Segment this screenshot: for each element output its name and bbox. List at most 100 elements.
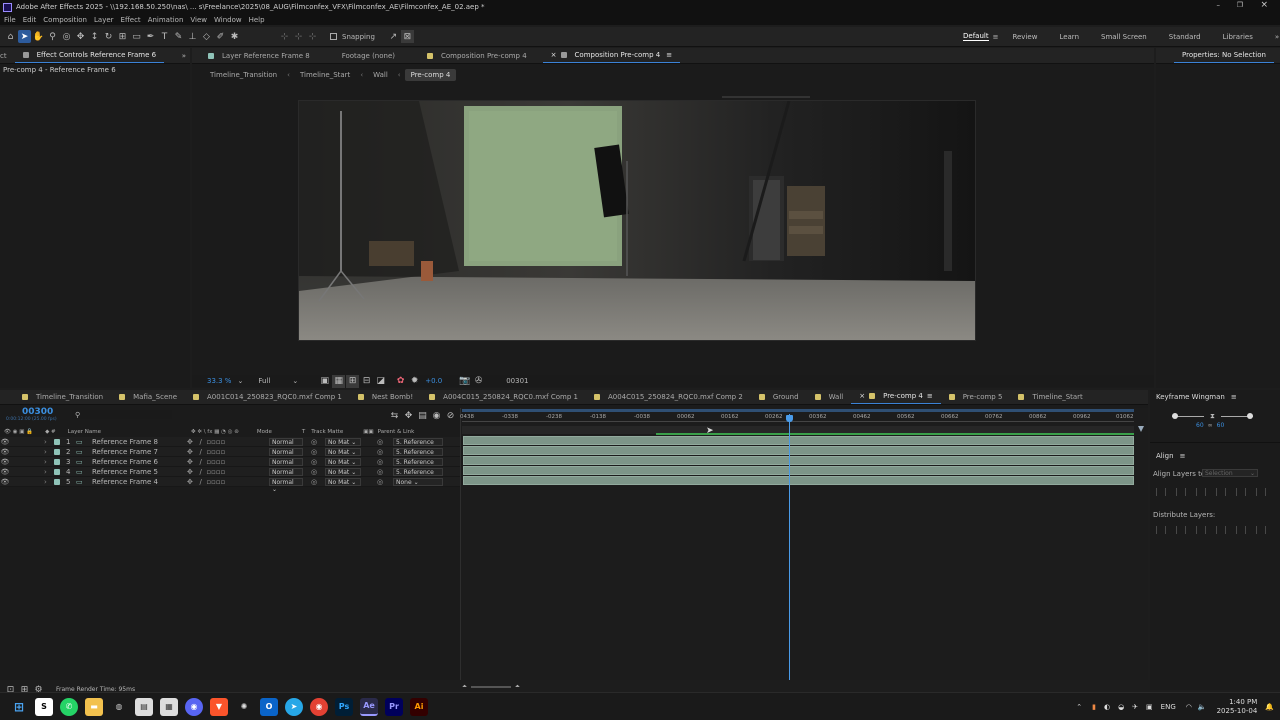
tab-nest-bomb[interactable]: Nest Bomb!	[350, 390, 421, 404]
puppet-tool-icon[interactable]: ✱	[228, 30, 241, 43]
snap-grid-icon[interactable]: ⊠	[400, 30, 414, 43]
workspace-standard[interactable]: Standard	[1169, 33, 1201, 41]
align-bottom-icon[interactable]	[1256, 488, 1266, 496]
color-management-icon[interactable]: ✿	[394, 375, 407, 388]
panel-more-icon[interactable]: »	[182, 52, 186, 60]
home-icon[interactable]: ⌂	[4, 30, 17, 43]
graph-editor-icon[interactable]: ⊘	[444, 409, 457, 422]
maximize-icon[interactable]: ❐	[1237, 1, 1243, 9]
exposure-value[interactable]: +0.0	[425, 377, 442, 385]
tray-icon-2[interactable]: ◐	[1104, 703, 1110, 711]
current-timecode[interactable]: 00300	[22, 407, 53, 417]
menu-help[interactable]: Help	[249, 16, 265, 24]
tab-a001c014[interactable]: A001C014_250823_RQC0.mxf Comp 1	[185, 390, 350, 404]
workspace-default[interactable]: Default	[963, 32, 989, 41]
track-matte-dropdown[interactable]: No Mat ⌄	[325, 457, 361, 466]
layer-bar-1[interactable]	[463, 436, 1134, 445]
twirl-chevron-icon[interactable]: ›	[44, 448, 54, 456]
label-color-icon[interactable]	[54, 468, 60, 475]
layer-row-5[interactable]: 👁 › 5 ▭ Reference Frame 4 ✥ / ▫▫▫▫ Norma…	[0, 477, 460, 493]
crumb-precomp[interactable]: Pre-comp 4	[404, 69, 457, 81]
pick-whip-icon[interactable]: ◎	[377, 448, 393, 456]
col-parent[interactable]: Parent & Link	[378, 429, 415, 435]
close-icon[interactable]: ×	[1260, 0, 1268, 10]
layer-name[interactable]: Reference Frame 6	[92, 458, 187, 466]
tray-app-icon[interactable]: ▮	[1092, 703, 1096, 711]
crumb-timeline-transition[interactable]: Timeline_Transition	[204, 69, 283, 81]
distribute-vcenter-icon[interactable]	[1176, 526, 1186, 534]
orbit-camera-icon[interactable]: ◎	[60, 30, 73, 43]
distribute-right-icon[interactable]	[1256, 526, 1266, 534]
resolution-dropdown-icon[interactable]: ⌄	[292, 377, 298, 385]
transparency-grid-icon[interactable]: ▦	[332, 374, 346, 388]
layer-switches-icon[interactable]: ✥ / ▫▫▫▫	[187, 468, 269, 476]
show-snapshot-icon[interactable]: ✇	[472, 375, 485, 388]
illustrator-icon[interactable]: Ai	[410, 697, 428, 716]
track-matte-dropdown[interactable]: No Mat ⌄	[325, 477, 361, 486]
photoshop-icon[interactable]: Ps	[335, 697, 353, 716]
pick-whip-icon[interactable]: ◎	[377, 458, 393, 466]
draft-3d-icon[interactable]: ⇆	[388, 409, 401, 422]
wifi-icon[interactable]: ◠	[1186, 703, 1192, 711]
frame-blending-icon[interactable]: ▤	[416, 409, 429, 422]
crumb-wall[interactable]: Wall	[367, 69, 394, 81]
layer-switches-icon[interactable]: ✥ / ▫▫▫▫	[187, 438, 269, 446]
workspace-review[interactable]: Review	[1012, 33, 1037, 41]
distribute-top-icon[interactable]	[1156, 526, 1166, 534]
layer-switches-icon[interactable]: ✥ / ▫▫▫▫	[187, 458, 269, 466]
chatgpt-icon[interactable]: ✺	[235, 698, 253, 716]
align-hcenter-icon[interactable]	[1176, 488, 1186, 496]
region-of-interest-icon[interactable]: ▣	[318, 375, 331, 388]
align-vcenter-icon[interactable]	[1236, 488, 1246, 496]
after-effects-icon[interactable]: Ae	[360, 697, 378, 716]
zoom-value[interactable]: 33.3 %	[207, 377, 231, 385]
parent-dropdown[interactable]: 5. Reference ⌄	[393, 457, 443, 473]
layer-row-2[interactable]: 👁 › 2 ▭ Reference Frame 7 ✥ / ▫▫▫▫ Norma…	[0, 447, 460, 463]
tab-timeline-transition[interactable]: Timeline_Transition	[14, 390, 111, 404]
menu-effect[interactable]: Effect	[121, 16, 141, 24]
align-right-icon[interactable]	[1196, 488, 1206, 496]
pick-whip-icon[interactable]: ◎	[377, 478, 393, 486]
distribute-bottom-icon[interactable]	[1196, 526, 1206, 534]
work-area-bar[interactable]	[462, 409, 1134, 412]
rectangle-tool-icon[interactable]: ▭	[130, 30, 143, 43]
playhead-line[interactable]	[789, 414, 790, 680]
mask-visibility-icon[interactable]: ⊞	[346, 374, 360, 388]
brave-icon[interactable]: ▼	[210, 697, 228, 716]
shy-layers-icon[interactable]: ✥	[402, 409, 415, 422]
pan-behind-icon[interactable]: ⊞	[116, 30, 129, 43]
layer-name[interactable]: Reference Frame 5	[92, 468, 187, 476]
layer-name[interactable]: Reference Frame 7	[92, 448, 187, 456]
tray-overflow-icon[interactable]: ⌃	[1076, 703, 1082, 711]
channel-icon[interactable]: ◪	[374, 375, 387, 388]
preserve-icon[interactable]: ◎	[311, 478, 325, 486]
snapping-checkbox[interactable]	[330, 33, 337, 40]
tab-precomp-5[interactable]: Pre-comp 5	[941, 390, 1011, 404]
workspace-libraries[interactable]: Libraries	[1223, 33, 1253, 41]
align-to-dropdown[interactable]: Selection ⌄	[1202, 469, 1258, 477]
menu-layer[interactable]: Layer	[94, 16, 114, 24]
parent-dropdown[interactable]: 5. Reference ⌄	[393, 467, 443, 483]
tab-effect-controls[interactable]: Effect Controls Reference Frame 6	[14, 48, 165, 63]
label-color-icon[interactable]	[54, 448, 60, 455]
tab-menu-icon[interactable]: ≡	[927, 392, 933, 400]
mode-dropdown[interactable]: Normal ⌄	[269, 447, 303, 463]
menu-animation[interactable]: Animation	[148, 16, 184, 24]
layer-row-1[interactable]: 👁 › 1 ▭ Reference Frame 8 ✥ / ▫▫▫▫ Norma…	[0, 437, 460, 453]
snapshot-icon[interactable]: 📷	[458, 375, 471, 388]
tray-icon-3[interactable]: ◒	[1118, 703, 1124, 711]
eraser-tool-icon[interactable]: ◇	[200, 30, 213, 43]
axis-view-icon[interactable]: ⊹	[306, 30, 319, 43]
menu-edit[interactable]: Edit	[23, 16, 37, 24]
twirl-chevron-icon[interactable]: ›	[44, 438, 54, 446]
label-color-icon[interactable]	[54, 458, 60, 465]
twirl-chevron-icon[interactable]: ›	[44, 478, 54, 486]
layer-name[interactable]: Reference Frame 4	[92, 478, 187, 486]
zoom-in-icon[interactable]: ⏶	[515, 683, 520, 691]
track-matte-dropdown[interactable]: No Mat ⌄	[325, 447, 361, 456]
menu-composition[interactable]: Composition	[43, 16, 87, 24]
kw-left-value[interactable]: 60	[1196, 422, 1204, 429]
tab-stub[interactable]: ct	[0, 48, 15, 63]
search-app-icon[interactable]: S	[35, 697, 53, 716]
pick-whip-icon[interactable]: ◎	[377, 468, 393, 476]
